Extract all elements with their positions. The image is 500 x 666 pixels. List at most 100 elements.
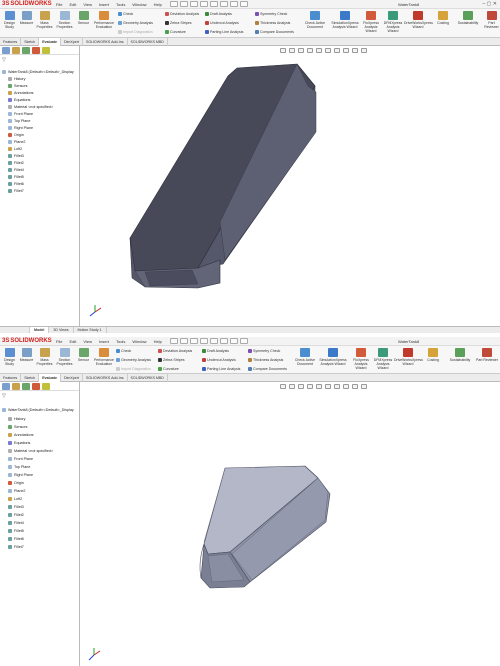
model-top-dark[interactable] (80, 46, 500, 326)
tree-right-plane[interactable]: Right Plane (8, 473, 33, 480)
menu-insert[interactable]: Insert (99, 339, 109, 344)
costing-button[interactable]: Costing (434, 11, 452, 25)
feature-manager-icon[interactable] (2, 383, 10, 390)
tree-front-plane[interactable]: Front Plane (8, 457, 33, 464)
feature-manager-icon[interactable] (2, 47, 10, 54)
property-manager-icon[interactable] (12, 47, 20, 54)
tab-sketch[interactable]: Sketch (21, 38, 40, 46)
property-manager-icon[interactable] (12, 383, 20, 390)
tab-addins[interactable]: SOLIDWORKS Add-Ins (83, 374, 128, 382)
import-diagnostics-button[interactable]: Import Diagnostics (118, 30, 153, 34)
dfmxpress-button[interactable]: DFMXpress Analysis Wizard (382, 11, 404, 33)
compare-documents-button[interactable]: Compare Documents (255, 30, 294, 34)
tree-loft2[interactable]: Loft2 (8, 497, 22, 504)
dimxpert-manager-icon[interactable] (32, 383, 40, 390)
design-study-button[interactable]: Design Study (1, 11, 18, 29)
simulationxpress-button[interactable]: SimulationXpress Analysis Wizard (330, 11, 360, 29)
symmetry-check-button[interactable]: Symmetry Check (248, 349, 280, 353)
floxpress-button[interactable]: FloXpress Analysis Wizard (360, 11, 382, 33)
sustainability-button[interactable]: Sustainability (455, 11, 481, 25)
menu-file[interactable]: File (56, 339, 62, 344)
draft-analysis-button[interactable]: Draft Analysis (205, 12, 232, 16)
tree-fillet7[interactable]: Fillet7 (8, 545, 24, 552)
tree-fillet4[interactable]: Fillet4 (8, 521, 24, 528)
tree-material[interactable]: Material <not specified> (8, 449, 53, 456)
undercut-analysis-button[interactable]: Undercut Analysis (205, 21, 239, 25)
section-properties-button[interactable]: Section Properties (56, 348, 73, 366)
performance-evaluation-button[interactable]: Performance Evaluation (92, 11, 116, 29)
driveworksxpress-button[interactable]: DriveWorksXpress Wizard (404, 11, 433, 29)
tree-equations[interactable]: Equations (8, 441, 30, 448)
design-study-button[interactable]: Design Study (1, 348, 18, 366)
new-icon[interactable] (170, 1, 178, 7)
select-icon[interactable] (220, 1, 228, 7)
tree-fillet4[interactable]: Fillet4 (8, 168, 24, 175)
thickness-analysis-button[interactable]: Thickness Analysis (255, 21, 290, 25)
section-properties-button[interactable]: Section Properties (56, 11, 73, 29)
deviation-analysis-button[interactable]: Deviation Analysis (158, 349, 192, 353)
tree-fillet6[interactable]: Fillet6 (8, 182, 24, 189)
performance-evaluation-button[interactable]: Performance Evaluation (92, 348, 116, 366)
tree-fillet5[interactable]: Fillet5 (8, 529, 24, 536)
costing-button[interactable]: Costing (424, 348, 442, 362)
measure-button[interactable]: Measure (18, 11, 35, 25)
sensor-button[interactable]: Sensor (75, 11, 92, 25)
dimxpert-manager-icon[interactable] (32, 47, 40, 54)
tree-fillet6[interactable]: Fillet6 (8, 537, 24, 544)
rebuild-icon[interactable] (230, 338, 238, 344)
tree-top-plane[interactable]: Top Plane (8, 119, 30, 126)
tree-fillet5[interactable]: Fillet5 (8, 175, 24, 182)
tree-fillet2[interactable]: Fillet2 (8, 161, 24, 168)
geometry-analysis-button[interactable]: Geometry Analysis (116, 358, 151, 362)
geometry-analysis-button[interactable]: Geometry Analysis (118, 21, 153, 25)
tree-sensors[interactable]: Sensors (8, 425, 28, 432)
simulationxpress-button[interactable]: SimulationXpress Analysis Wizard (318, 348, 348, 366)
tab-dimxpert[interactable]: DimXpert (61, 374, 83, 382)
tree-sensors[interactable]: Sensors (8, 84, 28, 91)
tab-addins[interactable]: SOLIDWORKS Add-Ins (83, 38, 128, 46)
open-icon[interactable] (180, 1, 188, 7)
tree-plane2[interactable]: Plane2 (8, 140, 25, 147)
window-controls[interactable]: – ▢ ✕ (483, 1, 497, 7)
tree-front-plane[interactable]: Front Plane (8, 112, 33, 119)
tree-fillet3[interactable]: Fillet3 (8, 154, 24, 161)
import-diagnostics-button[interactable]: Import Diagnostics (116, 367, 151, 371)
tab-evaluate[interactable]: Evaluate (39, 38, 61, 46)
tab-features[interactable]: Features (0, 38, 22, 46)
new-icon[interactable] (170, 338, 178, 344)
menu-file[interactable]: File (56, 2, 62, 7)
tree-history[interactable]: History (8, 417, 25, 424)
configuration-manager-icon[interactable] (22, 47, 30, 54)
tab-mbd[interactable]: SOLIDWORKS MBD (128, 374, 168, 382)
save-icon[interactable] (190, 338, 198, 344)
undo-icon[interactable] (210, 1, 218, 7)
check-button[interactable]: Check (116, 349, 131, 353)
menu-tools[interactable]: Tools (116, 339, 125, 344)
parting-line-analysis-button[interactable]: Parting Line Analysis (205, 30, 243, 34)
filter-icon[interactable]: ▽ (2, 57, 6, 63)
tree-plane2[interactable]: Plane2 (8, 489, 25, 496)
menu-help[interactable]: Help (154, 339, 162, 344)
options-icon[interactable] (240, 338, 248, 344)
check-active-document-button[interactable]: Check Active Document (302, 11, 328, 29)
tree-annotations[interactable]: Annotations (8, 433, 33, 440)
solidworks-logo[interactable]: 3SSOLIDWORKS (2, 338, 52, 344)
mass-properties-button[interactable]: Mass Properties (36, 348, 53, 366)
zebra-stripes-button[interactable]: Zebra Stripes (165, 21, 192, 25)
floxpress-button[interactable]: FloXpress Analysis Wizard (350, 348, 372, 370)
menu-edit[interactable]: Edit (69, 339, 76, 344)
menu-help[interactable]: Help (154, 2, 162, 7)
tree-origin[interactable]: Origin (8, 133, 24, 140)
tree-equations[interactable]: Equations (8, 98, 30, 105)
draft-analysis-button[interactable]: Draft Analysis (202, 349, 229, 353)
configuration-manager-icon[interactable] (22, 383, 30, 390)
rebuild-icon[interactable] (230, 1, 238, 7)
tree-root[interactable]: WaterTank8 (Default<<Default>_Display (2, 70, 74, 77)
tab-evaluate[interactable]: Evaluate (39, 374, 61, 382)
tree-fillet2[interactable]: Fillet2 (8, 513, 24, 520)
model-bottom-shaded[interactable] (80, 382, 500, 666)
tree-fillet3[interactable]: Fillet3 (8, 505, 24, 512)
tree-origin[interactable]: Origin (8, 481, 24, 488)
check-active-document-button[interactable]: Check Active Document (292, 348, 318, 366)
sustainability-button[interactable]: Sustainability (446, 348, 474, 362)
